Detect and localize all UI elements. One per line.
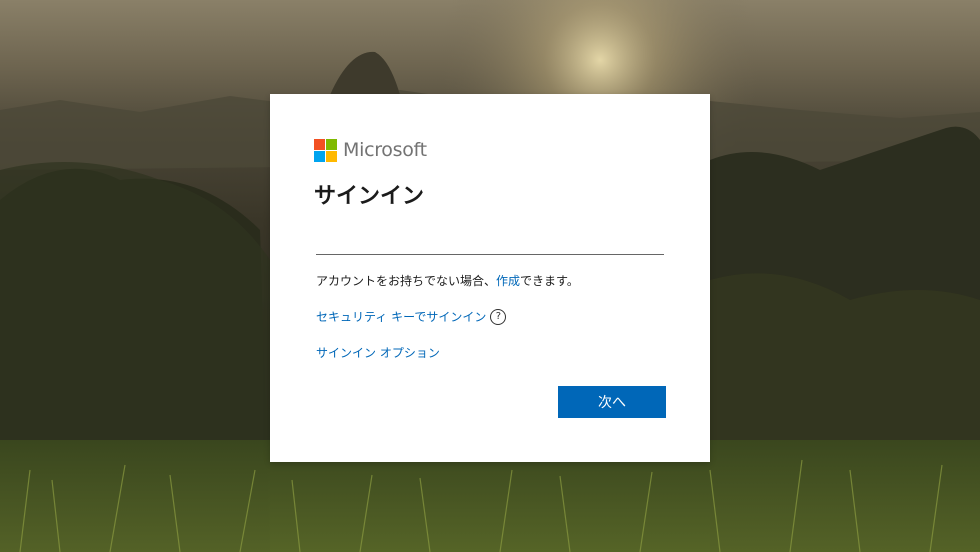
security-key-row: セキュリティ キーでサインイン ?	[316, 308, 507, 325]
security-key-signin-link[interactable]: セキュリティ キーでサインイン	[316, 308, 486, 325]
signin-options-row: サインイン オプション	[316, 344, 440, 361]
microsoft-logo: Microsoft	[314, 138, 427, 162]
email-field-container	[316, 218, 664, 255]
next-button[interactable]: 次へ	[558, 386, 666, 418]
microsoft-logo-icon	[314, 138, 337, 162]
email-field[interactable]	[316, 218, 664, 254]
no-account-suffix: できます。	[520, 274, 579, 288]
logo-green-square	[326, 138, 337, 150]
no-account-text: アカウントをお持ちでない場合、作成できます。	[316, 272, 579, 289]
signin-card: Microsoft サインイン アカウントをお持ちでない場合、作成できます。 セ…	[270, 94, 710, 462]
question-circle-icon[interactable]: ?	[490, 308, 507, 325]
logo-red-square	[314, 138, 325, 150]
signin-options-link[interactable]: サインイン オプション	[316, 346, 440, 360]
logo-yellow-square	[326, 150, 337, 162]
logo-blue-square	[314, 150, 325, 162]
logo-text: Microsoft	[343, 139, 427, 161]
create-account-link[interactable]: 作成	[496, 274, 520, 288]
no-account-prefix: アカウントをお持ちでない場合、	[316, 274, 497, 288]
page-title: サインイン	[314, 184, 425, 209]
